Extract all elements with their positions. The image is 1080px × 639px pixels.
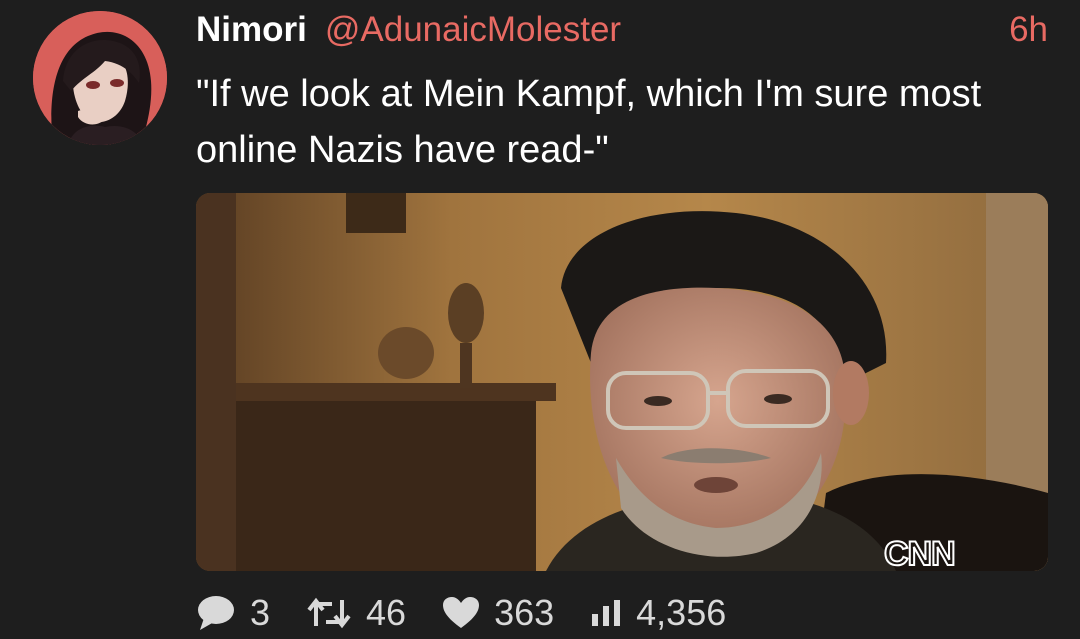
cnn-watermark: CNN (884, 535, 955, 571)
view-count: 4,356 (636, 592, 727, 633)
tweet-actions: 3 46 363 4,356 (196, 588, 762, 638)
user-handle[interactable]: @AdunaicMolester (325, 10, 621, 50)
retweet-icon (306, 596, 352, 630)
tweet-header: Nimori @AdunaicMolester 6h (196, 8, 1048, 52)
reply-count: 3 (250, 592, 271, 633)
retweet-button[interactable]: 46 (306, 592, 406, 634)
timestamp[interactable]: 6h (1009, 10, 1048, 50)
tweet-text: "If we look at Mein Kampf, which I'm sur… (196, 73, 982, 171)
retweet-count: 46 (366, 592, 407, 633)
display-name[interactable]: Nimori (196, 10, 307, 50)
tweet-card[interactable]: Nimori @AdunaicMolester 6h "If we look a… (0, 0, 1080, 639)
media-photo: CNN (196, 193, 1048, 571)
heart-icon (442, 596, 480, 630)
bar-chart-icon (590, 598, 622, 628)
tweet-media-image[interactable]: CNN (196, 193, 1048, 571)
like-count: 363 (494, 592, 555, 633)
reply-button[interactable]: 3 (196, 592, 270, 634)
avatar[interactable] (33, 11, 167, 145)
speech-bubble-icon (196, 594, 236, 632)
like-button[interactable]: 363 (442, 592, 554, 634)
avatar-illustration (33, 11, 167, 145)
views-button[interactable]: 4,356 (590, 592, 726, 634)
